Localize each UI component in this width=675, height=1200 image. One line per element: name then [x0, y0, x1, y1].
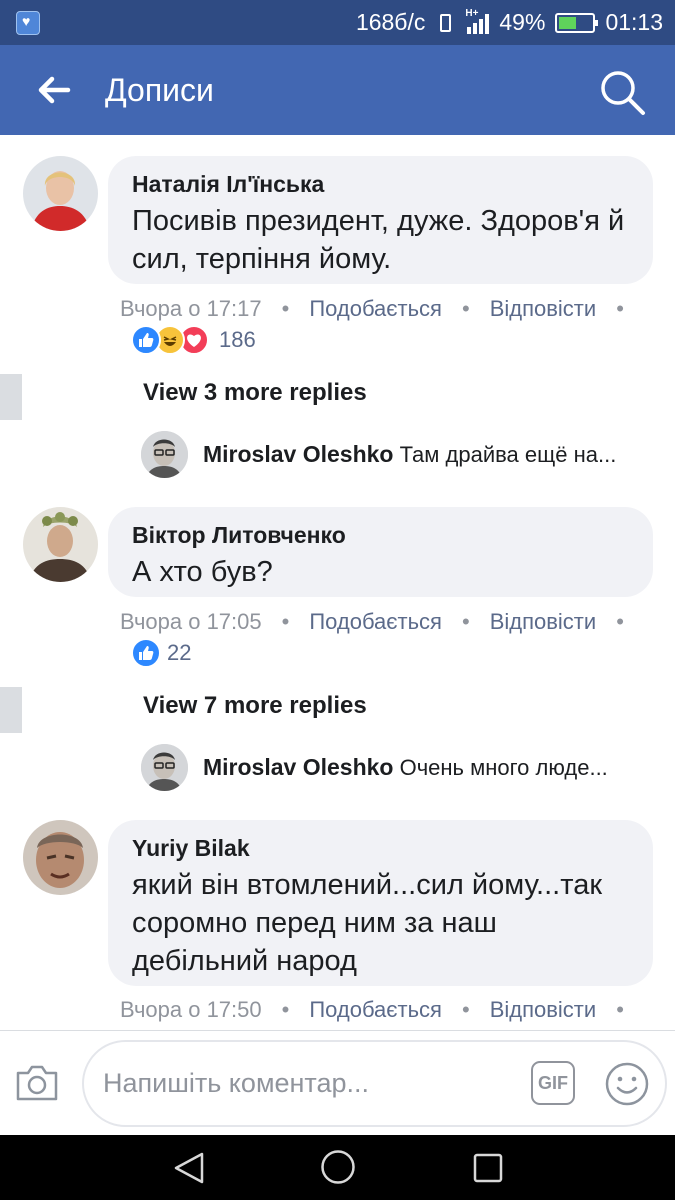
reply-text: Там драйва ещё на... — [399, 442, 617, 467]
thread-indicator — [0, 374, 22, 420]
comment-time: Вчора о 17:50 — [120, 997, 262, 1022]
reaction-count: 22 — [167, 640, 192, 665]
network-type: H+ — [465, 7, 479, 19]
reply-text: Очень много люде... — [399, 755, 608, 780]
separator-dot: • — [281, 997, 290, 1022]
reply-preview[interactable]: Miroslav Oleshko Очень много люде... — [203, 754, 653, 781]
comment-author[interactable]: Наталія Іл'їнська — [132, 170, 633, 198]
comment-time: Вчора о 17:05 — [120, 609, 262, 634]
smiley-icon[interactable] — [604, 1061, 650, 1107]
separator-dot: • — [616, 997, 624, 1022]
clock: 01:13 — [605, 9, 663, 35]
comment-composer: Напишіть коментар... GIF — [0, 1030, 675, 1136]
comment-bubble[interactable]: Yuriy Bilak який він втомлений...сил йом… — [108, 820, 653, 986]
reply-author: Miroslav Oleshko — [203, 441, 394, 467]
view-more-replies-link[interactable]: View 7 more replies — [143, 692, 367, 720]
status-indicators: 168б/с H+ 49% 01:13 — [356, 0, 663, 45]
separator-dot: • — [281, 609, 290, 634]
like-button[interactable]: Подобається — [309, 609, 442, 635]
avatar[interactable] — [23, 507, 98, 582]
reply-button[interactable]: Відповісти — [490, 609, 597, 635]
comment-text: Посивів президент, дуже. Здоров'я й сил,… — [132, 205, 625, 275]
arrow-left-icon[interactable] — [32, 67, 78, 113]
search-icon[interactable] — [598, 68, 648, 118]
view-more-replies-link[interactable]: View 3 more replies — [143, 379, 367, 407]
nav-home-icon[interactable] — [320, 1149, 356, 1185]
avatar[interactable] — [23, 820, 98, 895]
system-nav-bar — [0, 1135, 675, 1200]
battery-percent: 49% — [499, 9, 546, 35]
page-title: Дописи — [105, 72, 214, 108]
separator-dot: • — [461, 609, 470, 634]
avatar[interactable] — [141, 431, 188, 478]
reply-button[interactable]: Відповісти — [490, 997, 597, 1023]
nav-recent-apps-icon[interactable] — [473, 1153, 503, 1183]
thread-indicator — [0, 687, 22, 733]
separator-dot: • — [461, 296, 470, 321]
comment-meta: Вчора о 17:05 • Подобається • Відповісти… — [120, 609, 644, 635]
comment-input-placeholder: Напишіть коментар... — [103, 1068, 370, 1098]
camera-icon[interactable] — [14, 1063, 60, 1103]
separator-dot: • — [281, 296, 290, 321]
comment-text: А хто був? — [132, 556, 273, 588]
like-reaction-icon — [131, 638, 161, 668]
avatar[interactable] — [141, 744, 188, 791]
status-bar: 168б/с H+ 49% 01:13 — [0, 0, 675, 45]
comment-author[interactable]: Віктор Литовченко — [132, 521, 633, 549]
reply-preview[interactable]: Miroslav Oleshko Там драйва ещё на... — [203, 441, 653, 468]
separator-dot: • — [461, 997, 470, 1022]
separator-dot: • — [616, 296, 624, 321]
reactions-summary[interactable]: 22 — [131, 638, 191, 668]
vibrate-icon — [435, 12, 457, 34]
like-button[interactable]: Подобається — [309, 296, 442, 322]
like-button[interactable]: Подобається — [309, 997, 442, 1023]
comment-meta: Вчора о 17:17 • Подобається • Відповісти… — [120, 296, 644, 322]
avatar[interactable] — [23, 156, 98, 231]
comment-meta: Вчора о 17:50 • Подобається • Відповісти… — [120, 997, 644, 1023]
reaction-count: 186 — [219, 327, 256, 352]
comment-bubble[interactable]: Наталія Іл'їнська Посивів президент, дуж… — [108, 156, 653, 284]
battery-icon — [555, 12, 599, 33]
signal-icon: H+ — [465, 8, 490, 34]
reply-button[interactable]: Відповісти — [490, 296, 597, 322]
comment-input[interactable]: Напишіть коментар... GIF — [82, 1040, 667, 1127]
network-speed: 168б/с — [355, 9, 426, 35]
like-reaction-icon — [131, 325, 161, 355]
comment-text: який він втомлений...сил йому...так соро… — [132, 869, 603, 977]
reactions-summary[interactable]: 186 — [131, 325, 256, 355]
gif-button[interactable]: GIF — [531, 1061, 575, 1105]
comment-author[interactable]: Yuriy Bilak — [132, 834, 633, 862]
comment-bubble[interactable]: Віктор Литовченко А хто був? — [108, 507, 653, 597]
app-header: Дописи — [0, 45, 675, 135]
comment-time: Вчора о 17:17 — [120, 296, 262, 321]
reply-author: Miroslav Oleshko — [203, 754, 394, 780]
separator-dot: • — [616, 609, 624, 634]
notification-app-icon — [16, 11, 40, 35]
nav-back-icon[interactable] — [172, 1151, 206, 1185]
